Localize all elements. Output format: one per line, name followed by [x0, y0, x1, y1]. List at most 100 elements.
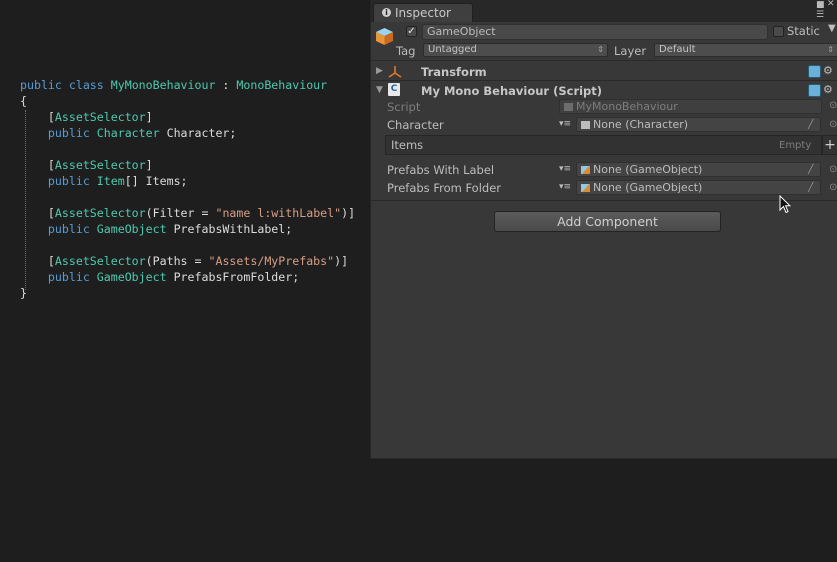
- static-dropdown-arrow[interactable]: ▼: [828, 22, 836, 36]
- transform-icon: [388, 64, 402, 78]
- code-token: AssetSelector: [54, 206, 146, 220]
- updown-arrows-icon: ⇕: [597, 45, 604, 54]
- code-line[interactable]: }: [20, 285, 355, 301]
- code-line[interactable]: [20, 237, 355, 253]
- static-checkbox[interactable]: [773, 26, 784, 37]
- prefabs-from-folder-field[interactable]: None (GameObject) ╱: [576, 180, 821, 195]
- code-token: AssetSelector: [54, 110, 146, 124]
- info-icon: i: [382, 8, 391, 17]
- indent-guide: [25, 110, 26, 290]
- script-file-icon: [564, 103, 573, 111]
- inspector-tab-bar: i Inspector ■ ✕ ☰: [371, 0, 837, 22]
- code-token: public: [20, 126, 97, 140]
- code-token: AssetSelector: [54, 254, 146, 268]
- active-checkbox[interactable]: ✓: [406, 26, 417, 37]
- divider: [371, 60, 837, 61]
- code-token: AssetSelector: [54, 158, 146, 172]
- items-list-header[interactable]: Items Empty: [385, 135, 822, 155]
- character-label: Character: [387, 118, 444, 132]
- pen-icon[interactable]: ╱: [808, 182, 813, 194]
- context-menu-icon[interactable]: ☰: [816, 10, 824, 20]
- updown-arrows-icon: ⇕: [827, 45, 834, 54]
- character-field[interactable]: None (Character) ╱: [576, 117, 821, 132]
- tag-dropdown-value: Untagged: [428, 44, 477, 55]
- code-token: "Assets/MyPrefabs": [208, 254, 335, 268]
- code-line[interactable]: [AssetSelector(Filter = "name l:withLabe…: [20, 205, 355, 221]
- add-item-button[interactable]: +: [822, 135, 837, 155]
- code-token: {: [20, 94, 27, 108]
- close-icon[interactable]: ✕: [827, 0, 835, 9]
- script-field: MyMonoBehaviour: [559, 99, 822, 114]
- add-component-button[interactable]: Add Component: [494, 211, 721, 232]
- code-line[interactable]: public GameObject PrefabsFromFolder;: [20, 269, 355, 285]
- csharp-script-icon: C: [388, 83, 400, 96]
- code-token: Item: [96, 174, 125, 188]
- tab-inspector[interactable]: i Inspector: [373, 3, 473, 22]
- items-label: Items: [391, 138, 424, 152]
- code-line[interactable]: public Character Character;: [20, 125, 355, 141]
- object-name-input[interactable]: GameObject: [422, 24, 768, 40]
- gameobject-icon: [375, 27, 394, 46]
- help-book-icon[interactable]: [808, 84, 821, 97]
- prefabs-with-label-field[interactable]: None (GameObject) ╱: [576, 162, 821, 177]
- inspector-window: i Inspector ■ ✕ ☰ ✓ GameObject Static ▼ …: [370, 0, 837, 459]
- mouse-cursor-icon: [779, 194, 792, 218]
- items-empty-label: Empty: [779, 140, 812, 151]
- lock-icon[interactable]: ■: [816, 0, 825, 10]
- code-token: public: [20, 222, 97, 236]
- layer-label: Layer: [614, 44, 647, 58]
- gear-icon[interactable]: ⚙: [823, 84, 833, 95]
- code-line[interactable]: [AssetSelector]: [20, 157, 355, 173]
- asset-selector-dropdown-icon[interactable]: ▾≡: [559, 163, 571, 175]
- character-field-value: None (Character): [593, 118, 689, 131]
- code-token: )]: [334, 254, 349, 268]
- prefabs-from-folder-value: None (GameObject): [593, 181, 703, 194]
- help-book-icon[interactable]: [808, 65, 821, 78]
- code-line[interactable]: [AssetSelector(Paths = "Assets/MyPrefabs…: [20, 253, 355, 269]
- static-label: Static: [787, 24, 820, 38]
- prefabs-with-label-label: Prefabs With Label: [387, 163, 495, 177]
- object-picker-icon[interactable]: ⊙: [829, 165, 837, 175]
- pen-icon[interactable]: ╱: [808, 164, 813, 176]
- prefabs-with-label-value: None (GameObject): [593, 163, 703, 176]
- pen-icon[interactable]: ╱: [808, 119, 813, 131]
- tab-inspector-label: Inspector: [395, 6, 451, 20]
- layer-dropdown-value: Default: [659, 44, 696, 55]
- code-token: PrefabsWithLabel;: [166, 222, 293, 236]
- tag-dropdown[interactable]: Untagged ⇕: [423, 43, 608, 57]
- gear-icon[interactable]: ⚙: [823, 65, 833, 76]
- code-line[interactable]: [20, 189, 355, 205]
- code-line[interactable]: public class MyMonoBehaviour : MonoBehav…: [20, 77, 355, 93]
- transform-title[interactable]: Transform: [421, 65, 487, 79]
- code-editor[interactable]: public class MyMonoBehaviour : MonoBehav…: [20, 77, 355, 301]
- object-picker-icon: ⊙: [829, 100, 837, 111]
- code-line[interactable]: [AssetSelector]: [20, 109, 355, 125]
- asset-selector-dropdown-icon[interactable]: ▾≡: [559, 181, 571, 193]
- code-token: (Paths =: [145, 254, 209, 268]
- code-token: ]: [145, 110, 153, 124]
- code-token: (Filter =: [145, 206, 216, 220]
- code-token: Character;: [159, 126, 237, 140]
- script-component-title[interactable]: My Mono Behaviour (Script): [421, 84, 602, 98]
- foldout-collapsed-icon[interactable]: ▶: [376, 66, 383, 76]
- code-token: MonoBehaviour: [236, 78, 328, 92]
- object-picker-icon[interactable]: ⊙: [829, 120, 837, 130]
- foldout-expanded-icon[interactable]: ▼: [376, 85, 383, 95]
- code-token: public: [20, 270, 97, 284]
- code-token: Character: [96, 126, 160, 140]
- code-line[interactable]: public Item[] Items;: [20, 173, 355, 189]
- divider: [371, 80, 837, 81]
- code-token: PrefabsFromFolder;: [166, 270, 300, 284]
- script-label: Script: [387, 100, 421, 114]
- code-line[interactable]: [20, 141, 355, 157]
- gameobject-icon: [581, 184, 590, 192]
- code-line[interactable]: public GameObject PrefabsWithLabel;: [20, 221, 355, 237]
- file-icon: [581, 121, 590, 129]
- code-token: GameObject: [96, 270, 167, 284]
- asset-selector-dropdown-icon[interactable]: ▾≡: [559, 118, 571, 130]
- divider: [371, 200, 837, 201]
- code-line[interactable]: {: [20, 93, 355, 109]
- tag-label: Tag: [396, 44, 416, 58]
- object-picker-icon[interactable]: ⊙: [829, 183, 837, 193]
- layer-dropdown[interactable]: Default ⇕: [654, 43, 837, 57]
